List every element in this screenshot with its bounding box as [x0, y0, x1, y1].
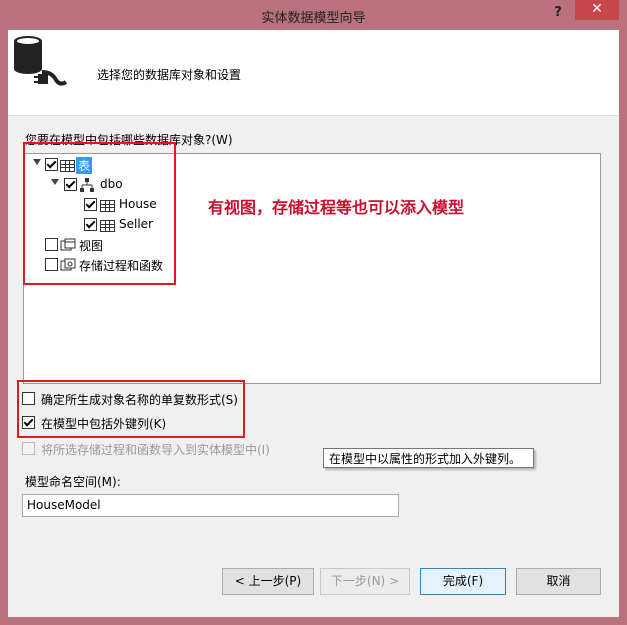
foreign-key-tooltip: 在模型中以属性的形式加入外键列。 [323, 448, 534, 468]
header-instruction: 选择您的数据库对象和设置 [97, 68, 242, 82]
finish-button[interactable]: 完成(F) [420, 568, 506, 595]
import-procs-option: 将所选存储过程和函数导入到实体模型中(I) [22, 440, 292, 458]
dialog-body: 选择您的数据库对象和设置 您要在模型中包括哪些数据库对象?(W) 表 dbo H… [8, 30, 619, 617]
namespace-input[interactable]: HouseModel [22, 494, 399, 517]
tree-highlight-box [23, 142, 176, 285]
red-annotation-text: 有视图，存储过程等也可以添入模型 [208, 198, 465, 217]
import-procs-label: 将所选存储过程和函数导入到实体模型中(I) [41, 443, 270, 457]
next-button: 下一步(N) > [320, 568, 410, 595]
namespace-label: 模型命名空间(M): [25, 475, 121, 489]
wizard-header: 选择您的数据库对象和设置 [8, 30, 619, 116]
database-connection-icon [14, 36, 68, 86]
import-procs-checkbox [22, 442, 35, 455]
options-highlight-box [17, 380, 245, 438]
help-button[interactable]: ? [545, 3, 571, 23]
wizard-window: 实体数据模型向导 ? ✕ 选择您的数据库对象和设置 您要在模型中包括哪些数据库对… [0, 0, 627, 625]
close-button[interactable]: ✕ [575, 0, 619, 20]
previous-button[interactable]: < 上一步(P) [222, 568, 314, 595]
title-bar[interactable]: 实体数据模型向导 ? ✕ [0, 0, 627, 30]
window-title: 实体数据模型向导 [261, 11, 366, 26]
cancel-button[interactable]: 取消 [516, 568, 601, 595]
